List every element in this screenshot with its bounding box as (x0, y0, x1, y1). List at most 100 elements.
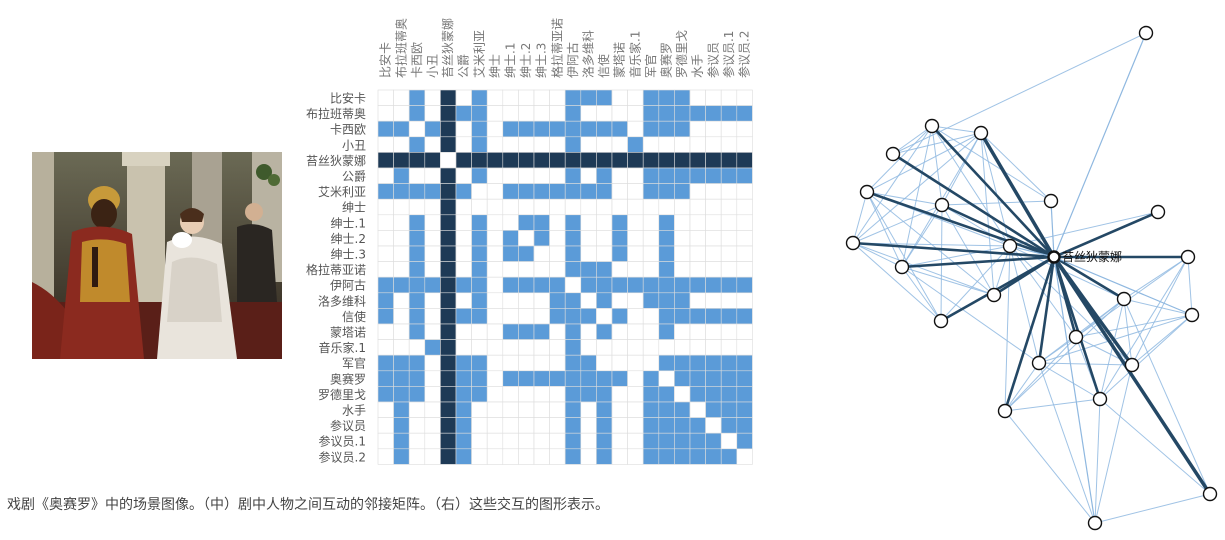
matrix-cell (720, 370, 738, 387)
matrix-cell (533, 214, 550, 231)
matrix-cell (674, 136, 691, 153)
graph-edge (866, 191, 942, 322)
matrix-cell (502, 167, 519, 184)
matrix-cell (518, 323, 535, 340)
matrix-cell (455, 417, 472, 434)
matrix-cell (440, 245, 457, 262)
matrix-cell (408, 448, 426, 465)
matrix-cell (533, 370, 550, 387)
matrix-cell (502, 120, 519, 138)
matrix-cell (705, 261, 722, 278)
matrix-cell (424, 136, 441, 153)
matrix-cell (549, 354, 566, 372)
matrix-cell (705, 292, 722, 309)
matrix-cell (705, 339, 722, 356)
graph-node (1092, 391, 1108, 407)
matrix-cell (611, 339, 628, 356)
matrix-cell (627, 448, 644, 465)
graph-node (1031, 355, 1047, 371)
matrix-cell (549, 386, 566, 403)
matrix-cell (596, 198, 613, 216)
row-label: 格拉蒂亚诺 (306, 262, 366, 277)
graph-edge (1004, 245, 1011, 412)
matrix-cell (393, 89, 410, 106)
matrix-cell (720, 448, 738, 465)
matrix-cell (720, 183, 738, 200)
matrix-cell (658, 276, 675, 294)
graph-edge (1187, 256, 1193, 316)
graph-node (1150, 204, 1166, 220)
matrix-cell (440, 230, 457, 247)
graph-edge (1038, 314, 1193, 364)
matrix-cell (642, 417, 660, 434)
matrix-cell (611, 120, 628, 138)
row-label: 罗德里戈 (318, 387, 366, 402)
matrix-cell (518, 276, 535, 294)
matrix-cell (518, 370, 535, 387)
matrix-cell (408, 308, 426, 325)
matrix-cell (424, 386, 441, 403)
matrix-cell (424, 354, 441, 372)
matrix-cell (674, 354, 691, 372)
matrix-cell (642, 261, 660, 278)
matrix-cell (424, 230, 441, 247)
graph-edge (1004, 362, 1040, 412)
matrix-cell (377, 401, 394, 418)
matrix-cell (518, 183, 535, 200)
matrix-cell (518, 386, 535, 403)
matrix-cell (642, 152, 660, 169)
matrix-cell (580, 370, 597, 387)
matrix-cell (486, 432, 504, 450)
matrix-cell (642, 354, 660, 372)
matrix-cell (549, 417, 566, 434)
matrix-cell (502, 386, 519, 403)
matrix-cell (377, 183, 394, 200)
matrix-cell (486, 105, 504, 122)
matrix-cell (674, 401, 691, 418)
matrix-cell (377, 308, 394, 325)
matrix-cell (377, 167, 394, 184)
matrix-cell (736, 198, 753, 216)
matrix-cell (689, 386, 706, 403)
matrix-cell (486, 89, 504, 106)
graph-edge (1131, 256, 1189, 366)
matrix-cell (502, 198, 519, 216)
matrix-cell (596, 370, 613, 387)
matrix-cell (596, 276, 613, 294)
matrix-cell (611, 401, 628, 418)
matrix-cell (533, 339, 550, 356)
graph-node (1043, 193, 1059, 209)
matrix-cell (393, 386, 410, 403)
matrix-cell (424, 152, 441, 169)
matrix-cell (471, 417, 488, 434)
graph-node (924, 118, 940, 134)
matrix-cell (564, 89, 582, 106)
matrix-cell (674, 198, 691, 216)
matrix-cell (736, 136, 753, 153)
matrix-cell (518, 198, 535, 216)
matrix-cell (408, 136, 426, 153)
matrix-cell (408, 323, 426, 340)
matrix-cell (424, 261, 441, 278)
matrix-cell (502, 230, 519, 247)
matrix-cell (596, 120, 613, 138)
matrix-cell (377, 152, 394, 169)
network-graph: 苔丝狄蒙娜 (845, 25, 1218, 531)
graph-node (986, 287, 1002, 303)
matrix-cell (689, 230, 706, 247)
matrix-cell (502, 183, 519, 200)
matrix-cell (377, 245, 394, 262)
matrix-cell (658, 261, 675, 278)
matrix-cell (689, 105, 706, 122)
matrix-cell (502, 214, 519, 231)
matrix-cell (611, 448, 628, 465)
matrix-cell (705, 167, 722, 184)
matrix-cell (596, 214, 613, 231)
matrix-cell (580, 214, 597, 231)
matrix-cell (377, 120, 394, 138)
matrix-cell (471, 386, 488, 403)
column-label: 布拉班蒂奥 (393, 18, 408, 78)
matrix-cell (642, 448, 660, 465)
matrix-cell (408, 386, 426, 403)
matrix-cell (502, 105, 519, 122)
